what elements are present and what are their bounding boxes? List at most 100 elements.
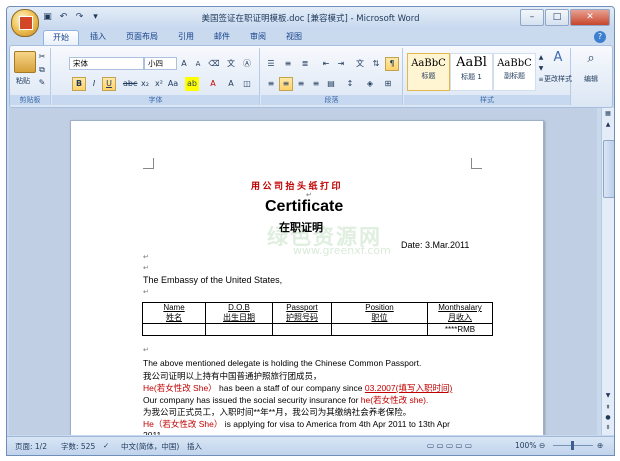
paragraph-mark: ↵: [143, 289, 149, 296]
tab-review[interactable]: 审阅: [241, 30, 275, 44]
table-cell[interactable]: [205, 323, 273, 336]
scroll-thumb[interactable]: [603, 140, 614, 198]
table-cell[interactable]: [142, 323, 206, 336]
page-count[interactable]: 页面: 1/2: [15, 441, 47, 452]
certificate-title: Certificate: [265, 198, 344, 215]
font-color-icon[interactable]: A: [206, 77, 220, 91]
align-left-icon[interactable]: ≡: [264, 77, 278, 91]
strikethrough-icon[interactable]: abc: [122, 77, 137, 91]
view-buttons[interactable]: ▭ ▭ ▭ ▭ ▭: [427, 441, 472, 450]
decrease-indent-icon[interactable]: ⇤: [319, 57, 333, 71]
help-icon[interactable]: ?: [594, 31, 606, 43]
table-cell[interactable]: ****RMB: [427, 323, 493, 336]
superscript-icon[interactable]: x²: [152, 77, 166, 91]
editing-group: ⌕ 编辑: [572, 48, 610, 105]
undo-icon[interactable]: ↶: [57, 11, 70, 23]
paste-label[interactable]: 粘贴: [12, 76, 34, 87]
shading-icon[interactable]: ◈: [363, 77, 377, 91]
char-border-icon[interactable]: ◫: [240, 77, 254, 91]
numbering-icon[interactable]: ≡: [281, 57, 295, 71]
borders-icon[interactable]: ⊞: [381, 77, 395, 91]
next-page-icon[interactable]: ⇟: [603, 424, 613, 432]
line-spacing-icon[interactable]: ↕: [343, 77, 357, 91]
qat-dropdown-icon[interactable]: ▾: [89, 11, 102, 23]
body-line-5: 为我公司正式员工，入职时间**年**月，我公司为其缴纳社会养老保险。: [143, 407, 412, 417]
paragraph-group-label: 段落: [261, 95, 402, 105]
minimize-button[interactable]: –: [520, 9, 544, 26]
bold-icon[interactable]: B: [72, 77, 86, 91]
subscript-icon[interactable]: x₂: [138, 77, 152, 91]
redo-icon[interactable]: ↷: [73, 11, 86, 23]
maximize-button[interactable]: □: [545, 9, 569, 26]
editing-label[interactable]: 编辑: [576, 74, 606, 85]
vertical-scrollbar[interactable]: ▦ ▲ ▼ ⇞ ● ⇟: [601, 108, 614, 435]
char-shading-icon[interactable]: A: [224, 77, 238, 91]
zoom-out-icon[interactable]: ⊖: [539, 441, 545, 450]
paste-icon[interactable]: [14, 51, 36, 73]
language-indicator[interactable]: 中文(简体，中国): [121, 441, 179, 452]
ruler-toggle-icon[interactable]: ▦: [603, 110, 613, 118]
distributed-icon[interactable]: ▤: [324, 77, 338, 91]
body-text: has been a staff of our company since: [216, 383, 365, 393]
zoom-level[interactable]: 100%: [515, 441, 536, 450]
zoom-slider-thumb[interactable]: [571, 441, 574, 450]
close-button[interactable]: ✕: [570, 9, 610, 26]
table-header-cell[interactable]: D.O.B 出生日期: [205, 302, 273, 324]
highlight-icon[interactable]: ab: [185, 77, 199, 91]
font-name-box[interactable]: 宋体: [69, 57, 144, 70]
justify-icon[interactable]: ≡: [309, 77, 323, 91]
zoom-in-icon[interactable]: ⊕: [597, 441, 603, 450]
bullets-icon[interactable]: ☰: [264, 57, 278, 71]
style-normal[interactable]: AaBbC 标题: [407, 53, 450, 91]
insert-mode[interactable]: 插入: [187, 441, 202, 452]
scroll-down-icon[interactable]: ▼: [603, 392, 613, 400]
shrink-font-icon[interactable]: A: [191, 57, 205, 71]
table-cell[interactable]: [272, 323, 332, 336]
italic-icon[interactable]: I: [87, 77, 101, 91]
document-page[interactable]: 绿色资源网 www.greenxf.com 用 公 司 抬 头 纸 打 印 ↵ …: [70, 120, 544, 435]
show-marks-icon[interactable]: ¶: [385, 57, 399, 71]
change-styles-label[interactable]: 更改样式: [544, 74, 572, 85]
tab-mailings[interactable]: 邮件: [205, 30, 239, 44]
word-count[interactable]: 字数: 525: [61, 441, 95, 452]
copy-icon[interactable]: ⧉: [37, 64, 47, 75]
change-styles-icon[interactable]: A: [547, 51, 569, 64]
style-heading-1[interactable]: AaBl 标题 1: [450, 53, 493, 91]
table-header-cell[interactable]: Position 职位: [331, 302, 428, 324]
align-center-icon[interactable]: ≡: [279, 77, 293, 91]
find-icon[interactable]: ⌕: [581, 52, 601, 65]
align-right-icon[interactable]: ≡: [294, 77, 308, 91]
sort-icon[interactable]: ⇅: [369, 57, 383, 71]
office-button[interactable]: [11, 9, 39, 37]
paragraph-mark: ↵: [143, 254, 149, 261]
table-header-cell[interactable]: Monthsalary 月收入: [427, 302, 493, 324]
change-case-icon[interactable]: Aa: [166, 77, 180, 91]
save-icon[interactable]: ▣: [41, 11, 54, 23]
chinese-layout-icon[interactable]: 文: [353, 57, 367, 71]
prev-page-icon[interactable]: ⇞: [603, 404, 613, 412]
table-header-cell[interactable]: Passport 护照号码: [272, 302, 332, 324]
employee-table[interactable]: Name 姓名 D.O.B 出生日期 Passport 护照号码 Position 职位…: [142, 302, 493, 336]
tab-insert[interactable]: 插入: [81, 30, 115, 44]
cut-icon[interactable]: ✂: [37, 51, 47, 62]
format-painter-icon[interactable]: ✎: [37, 77, 47, 88]
grow-font-icon[interactable]: A: [177, 57, 191, 71]
tab-home[interactable]: 开始: [43, 30, 79, 45]
tab-references[interactable]: 引用: [169, 30, 203, 44]
multilevel-list-icon[interactable]: ≣: [298, 57, 312, 71]
phonetic-guide-icon[interactable]: 文: [224, 57, 238, 71]
table-header-cell[interactable]: Name 姓名: [142, 302, 206, 324]
enclose-char-icon[interactable]: Ⓐ: [240, 57, 254, 71]
font-size-box[interactable]: 小四: [144, 57, 177, 70]
tab-view[interactable]: 视图: [277, 30, 311, 44]
clear-format-icon[interactable]: ⌫: [207, 57, 221, 71]
browse-object-icon[interactable]: ●: [603, 414, 613, 422]
underline-icon[interactable]: U: [102, 77, 116, 91]
increase-indent-icon[interactable]: ⇥: [334, 57, 348, 71]
style-subtitle[interactable]: AaBbC 副标题: [493, 53, 536, 91]
body-line-3: He(若女性改 She） has been a staff of our com…: [143, 382, 452, 394]
spelling-icon[interactable]: ✓: [103, 441, 109, 450]
tab-page-layout[interactable]: 页面布局: [117, 30, 167, 44]
table-cell[interactable]: [331, 323, 428, 336]
scroll-up-icon[interactable]: ▲: [603, 121, 613, 129]
